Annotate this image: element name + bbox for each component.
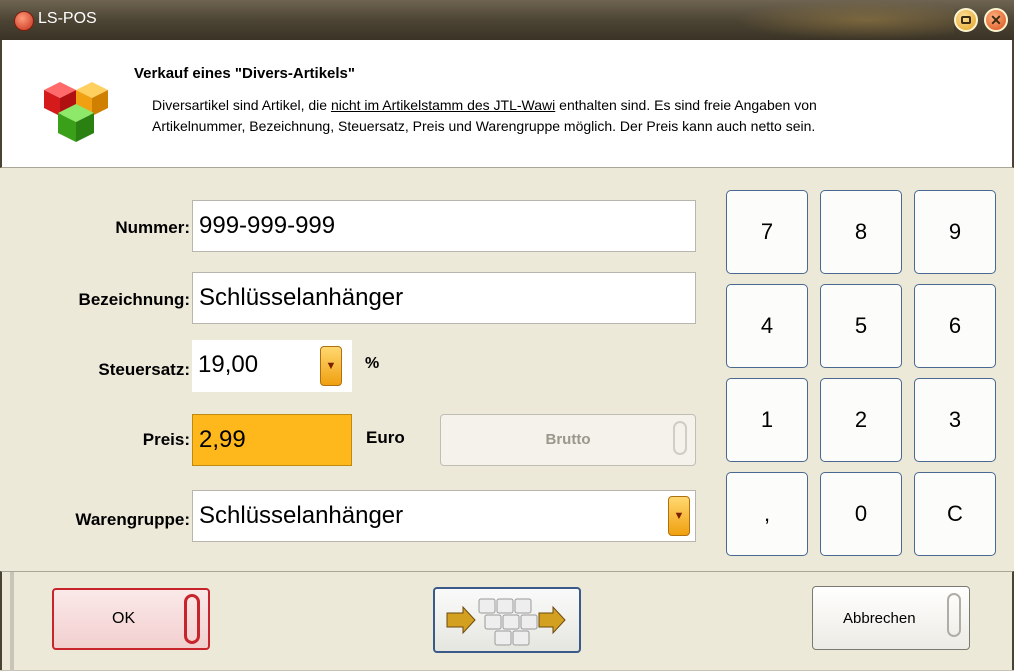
header-description: Diversartikel sind Artikel, die nicht im… <box>152 95 1002 137</box>
chevron-down-icon: ▼ <box>325 360 337 372</box>
app-icon <box>14 11 34 31</box>
key-3[interactable]: 3 <box>914 378 996 462</box>
close-button[interactable]: ✕ <box>984 8 1008 32</box>
key-8[interactable]: 8 <box>820 190 902 274</box>
paperclip-icon <box>673 421 687 455</box>
close-icon: ✕ <box>990 11 1002 28</box>
bezeichnung-label: Bezeichnung: <box>78 290 190 309</box>
key-7[interactable]: 7 <box>726 190 808 274</box>
steuersatz-unit: % <box>365 355 380 372</box>
window-title: LS-POS <box>38 10 97 27</box>
desc-part1: Diversartikel sind Artikel, die <box>152 97 331 113</box>
warengruppe-dropdown-button[interactable]: ▼ <box>668 496 690 536</box>
bezeichnung-input[interactable]: Schlüsselanhänger <box>192 272 696 324</box>
key-2[interactable]: 2 <box>820 378 902 462</box>
footer-divider <box>10 572 14 671</box>
key-0[interactable]: 0 <box>820 472 902 556</box>
key-5[interactable]: 5 <box>820 284 902 368</box>
brutto-label: Brutto <box>545 431 591 448</box>
ok-label: OK <box>112 610 136 627</box>
steuersatz-label: Steuersatz: <box>98 360 190 379</box>
key-clear[interactable]: C <box>914 472 996 556</box>
title-ornament <box>734 0 954 40</box>
warengruppe-label: Warengruppe: <box>75 510 190 529</box>
preis-input[interactable]: 2,99 <box>192 414 352 466</box>
chevron-down-icon: ▼ <box>673 510 685 522</box>
preis-label: Preis: <box>142 430 190 449</box>
key-6[interactable]: 6 <box>914 284 996 368</box>
key-9[interactable]: 9 <box>914 190 996 274</box>
desc-link: nicht im Artikelstamm des JTL-Wawi <box>330 97 556 113</box>
key-4[interactable]: 4 <box>726 284 808 368</box>
info-header: Verkauf eines "Divers-Artikels" Diversar… <box>0 40 1014 168</box>
desc-line2: Artikelnummer, Bezeichnung, Steuersatz, … <box>152 118 816 134</box>
preis-unit: Euro <box>366 428 405 447</box>
minimize-icon <box>961 16 971 24</box>
cancel-button[interactable]: Abbrechen <box>812 586 970 650</box>
paperclip-icon <box>184 594 200 644</box>
header-title: Verkauf eines "Divers-Artikels" <box>134 65 356 82</box>
nummer-label: Nummer: <box>115 218 190 237</box>
key-comma[interactable]: , <box>726 472 808 556</box>
minimize-button[interactable] <box>954 8 978 32</box>
cubes-icon <box>44 82 108 142</box>
desc-part2: enthalten sind. Es sind freie Angaben vo… <box>555 97 817 113</box>
cancel-label: Abbrechen <box>843 609 916 627</box>
title-bar: LS-POS ✕ <box>0 0 1014 40</box>
nummer-input[interactable]: 999-999-999 <box>192 200 696 252</box>
keyboard-icon <box>446 598 566 646</box>
brutto-button[interactable]: Brutto <box>440 414 696 466</box>
pos-window: LS-POS ✕ Verkauf eines "Divers-Artikels"… <box>0 0 1014 671</box>
ok-button[interactable]: OK <box>52 588 210 650</box>
warengruppe-select[interactable]: Schlüsselanhänger <box>192 490 696 542</box>
key-1[interactable]: 1 <box>726 378 808 462</box>
paperclip-icon <box>947 593 961 637</box>
keyboard-toggle-button[interactable] <box>433 587 581 653</box>
steuersatz-dropdown-button[interactable]: ▼ <box>320 346 342 386</box>
